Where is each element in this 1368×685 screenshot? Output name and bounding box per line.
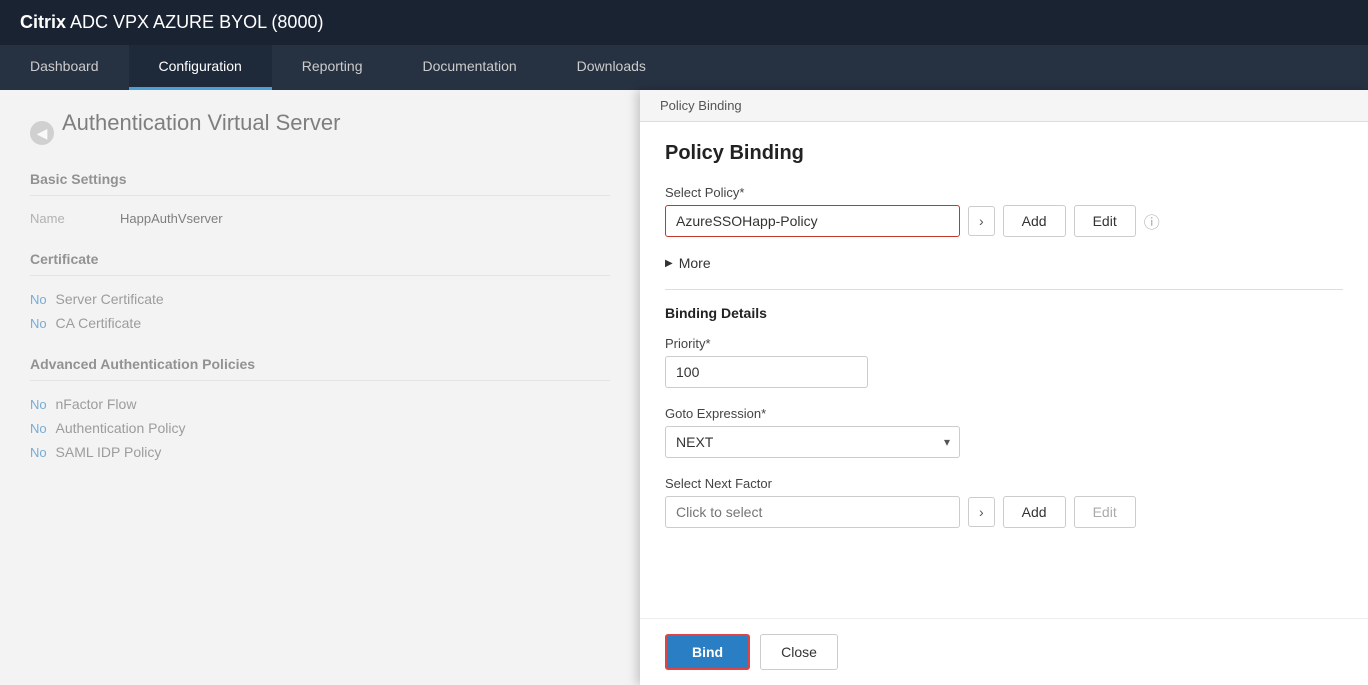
nfactor-text: nFactor Flow <box>56 396 137 412</box>
name-value: HappAuthVserver <box>120 211 223 226</box>
server-cert-text: Server Certificate <box>56 291 164 307</box>
basic-settings-section: Basic Settings Name HappAuthVserver <box>30 171 610 226</box>
ca-cert-prefix: No <box>30 316 47 331</box>
ca-cert-item: No CA Certificate <box>30 315 610 331</box>
main-content: ◀ Authentication Virtual Server Basic Se… <box>0 90 1368 685</box>
server-cert-item: No Server Certificate <box>30 291 610 307</box>
select-next-factor-input[interactable] <box>665 496 960 528</box>
tab-documentation[interactable]: Documentation <box>392 45 546 90</box>
saml-idp-item: No SAML IDP Policy <box>30 444 610 460</box>
more-triangle-icon: ▶ <box>665 258 673 269</box>
page-title: Authentication Virtual Server <box>62 110 340 136</box>
basic-settings-heading: Basic Settings <box>30 171 610 196</box>
goto-expression-select-wrapper: NEXT END USE_INVOCATION_RESULT ▾ <box>665 426 960 458</box>
edit-next-factor-button: Edit <box>1074 496 1136 528</box>
advanced-auth-section: Advanced Authentication Policies No nFac… <box>30 356 610 460</box>
select-next-factor-group: Select Next Factor › Add Edit <box>665 476 1343 528</box>
goto-expression-group: Goto Expression* NEXT END USE_INVOCATION… <box>665 406 1343 458</box>
more-section[interactable]: ▶ More <box>665 255 1343 271</box>
auth-policy-text: Authentication Policy <box>56 420 186 436</box>
priority-label: Priority* <box>665 336 1343 351</box>
dialog-title: Policy Binding <box>665 142 1343 165</box>
app-header: Citrix ADC VPX AZURE BYOL (8000) <box>0 0 1368 45</box>
left-panel: ◀ Authentication Virtual Server Basic Se… <box>0 90 640 685</box>
dialog-footer: Bind Close <box>640 618 1368 685</box>
advanced-auth-heading: Advanced Authentication Policies <box>30 356 610 381</box>
certificate-section: Certificate No Server Certificate No CA … <box>30 251 610 331</box>
name-field-row: Name HappAuthVserver <box>30 211 610 226</box>
server-cert-prefix: No <box>30 292 47 307</box>
select-next-factor-arrow-btn[interactable]: › <box>968 497 995 527</box>
dialog-body: Policy Binding Select Policy* › Add Edit… <box>640 122 1368 618</box>
auth-policy-prefix: No <box>30 421 47 436</box>
nfactor-prefix: No <box>30 397 47 412</box>
select-policy-row: › Add Edit ⓘ <box>665 205 1343 237</box>
back-button[interactable]: ◀ Authentication Virtual Server <box>30 110 610 156</box>
add-policy-button[interactable]: Add <box>1003 205 1066 237</box>
main-nav: Dashboard Configuration Reporting Docume… <box>0 45 1368 90</box>
back-arrow-icon: ◀ <box>30 121 54 145</box>
priority-input[interactable] <box>665 356 868 388</box>
binding-details-title: Binding Details <box>665 305 1343 321</box>
tab-downloads[interactable]: Downloads <box>547 45 676 90</box>
saml-idp-prefix: No <box>30 445 47 460</box>
certificate-heading: Certificate <box>30 251 610 276</box>
bind-button[interactable]: Bind <box>665 634 750 670</box>
app-subtitle: ADC VPX AZURE BYOL (8000) <box>70 12 323 32</box>
tab-reporting[interactable]: Reporting <box>272 45 393 90</box>
goto-expression-select[interactable]: NEXT END USE_INVOCATION_RESULT <box>665 426 960 458</box>
ca-cert-text: CA Certificate <box>56 315 142 331</box>
select-policy-group: Select Policy* › Add Edit ⓘ <box>665 185 1343 237</box>
select-policy-label: Select Policy* <box>665 185 1343 200</box>
edit-policy-button[interactable]: Edit <box>1074 205 1136 237</box>
name-label: Name <box>30 211 110 226</box>
section-divider <box>665 289 1343 290</box>
saml-idp-text: SAML IDP Policy <box>56 444 162 460</box>
close-button[interactable]: Close <box>760 634 838 670</box>
policy-binding-panel: Policy Binding Policy Binding Select Pol… <box>640 90 1368 685</box>
select-next-factor-row: › Add Edit <box>665 496 1343 528</box>
nfactor-item: No nFactor Flow <box>30 396 610 412</box>
select-policy-arrow-btn[interactable]: › <box>968 206 995 236</box>
select-next-factor-label: Select Next Factor <box>665 476 1343 491</box>
auth-policy-item: No Authentication Policy <box>30 420 610 436</box>
tab-configuration[interactable]: Configuration <box>129 45 272 90</box>
priority-group: Priority* <box>665 336 1343 388</box>
add-next-factor-button[interactable]: Add <box>1003 496 1066 528</box>
info-icon[interactable]: ⓘ <box>1144 209 1160 233</box>
goto-expression-label: Goto Expression* <box>665 406 1343 421</box>
app-title: Citrix ADC VPX AZURE BYOL (8000) <box>20 12 323 33</box>
more-label: More <box>679 255 711 271</box>
select-policy-input[interactable] <box>665 205 960 237</box>
dialog-breadcrumb: Policy Binding <box>640 90 1368 122</box>
tab-dashboard[interactable]: Dashboard <box>0 45 129 90</box>
